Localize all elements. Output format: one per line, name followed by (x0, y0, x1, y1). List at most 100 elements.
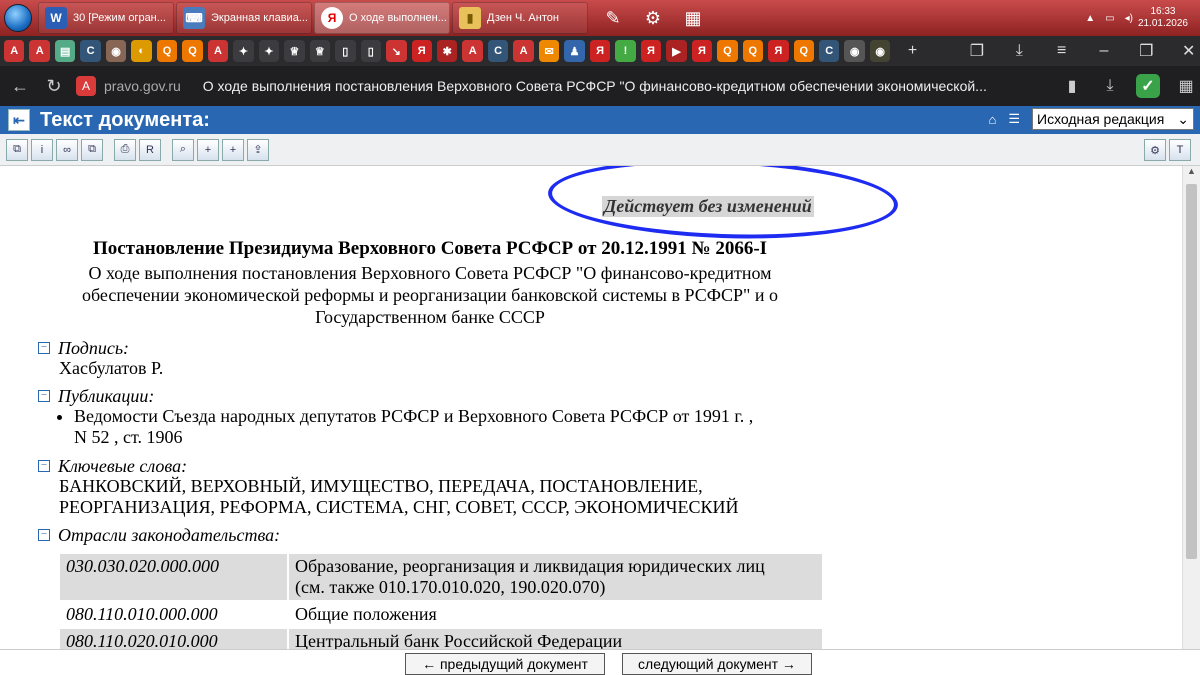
settings-icon[interactable]: ⚙ (1144, 139, 1166, 161)
tab-favicon-yandex[interactable]: Я (691, 40, 713, 62)
collapse-icon[interactable]: − (38, 390, 50, 402)
folder-icon: ▮ (459, 7, 481, 29)
vertical-scrollbar[interactable]: ▲ (1182, 166, 1200, 649)
tab-favicon-yandex[interactable]: Я (411, 40, 432, 62)
url-page-title[interactable]: О ходе выполнения постановления Верховно… (203, 78, 1003, 94)
bookmark-icon[interactable]: ▮ (1058, 72, 1086, 100)
tab-favicon-mail[interactable]: ✉ (538, 40, 560, 62)
branch-description: Образование, реорганизация и ликвидация … (289, 554, 822, 600)
taskbar-item-keyboard[interactable]: ⌨ Экранная клавиа... (176, 2, 312, 34)
tab-favicon-blue[interactable]: C (819, 40, 840, 62)
tab-favicon-pdf[interactable]: A (513, 40, 534, 62)
protect-shield-icon[interactable]: ✓ (1134, 72, 1162, 100)
links-icon[interactable]: ∞ (56, 138, 78, 161)
tab-favicon-yandex[interactable]: Я (640, 40, 662, 62)
add-note-icon[interactable]: + (222, 138, 244, 161)
site-icon[interactable]: A (76, 76, 96, 96)
collapse-icon[interactable]: − (38, 529, 50, 541)
battery-icon[interactable]: ▭ (1105, 13, 1114, 24)
related-docs-icon[interactable]: ⧉ (81, 138, 103, 161)
settings-gear-icon[interactable]: ⚙ (638, 3, 668, 33)
print-icon[interactable]: ⎙ (114, 138, 136, 161)
add-bookmark-icon[interactable]: + (197, 138, 219, 161)
scrollbar-thumb[interactable] (1186, 184, 1197, 559)
collapse-icon[interactable]: − (38, 342, 50, 354)
find-icon[interactable]: ⌕ (172, 138, 194, 161)
volume-icon[interactable]: ◂) (1125, 13, 1133, 24)
info-icon[interactable]: i (31, 138, 53, 161)
tab-favicon-blue[interactable]: C (487, 40, 509, 62)
download-icon[interactable]: ⤓ (1096, 72, 1124, 100)
document-title: Постановление Президиума Верховного Сове… (92, 238, 768, 259)
home-icon[interactable]: ⌂ (988, 112, 996, 127)
tab-favicon-red[interactable]: ↘ (386, 40, 407, 62)
previous-document-button[interactable]: ← предыдущий документ (405, 653, 605, 675)
tab-favicon-pdf[interactable]: A (462, 40, 483, 62)
yandex-browser-icon: Я (321, 7, 343, 29)
taskbar-item-word[interactable]: W 30 [Режим огран... (38, 2, 174, 34)
edition-select-value: Исходная редакция (1037, 111, 1165, 127)
tab-favicon-emblem[interactable]: ◉ (869, 40, 891, 62)
network-tool-icon[interactable]: ✎ (598, 3, 628, 33)
tab-favicon-flag[interactable]: ▶ (666, 40, 687, 62)
tab-favicon-pdf[interactable]: A (29, 40, 50, 62)
tab-favicon-pdf[interactable]: A (4, 40, 25, 62)
minimize-icon[interactable]: – (1093, 39, 1115, 63)
tab-favicon-star[interactable]: ✦ (258, 40, 280, 62)
back-arrow-icon[interactable]: ← (6, 72, 34, 100)
copy-icon[interactable]: ⧉ (6, 138, 28, 161)
new-tab-icon[interactable]: + (901, 39, 923, 63)
tab-favicon-pdf[interactable]: A (207, 40, 229, 62)
tab-favicon-search[interactable]: Q (156, 40, 178, 62)
tab-favicon-green[interactable]: ! (615, 40, 636, 62)
tab-favicon-doc[interactable]: ▯ (360, 40, 382, 62)
download-icon[interactable]: ⤓ (1008, 39, 1030, 63)
tab-favicon-emblem[interactable]: ♕ (309, 40, 331, 62)
tab-favicon-doc[interactable]: ▯ (335, 40, 356, 62)
start-button[interactable] (0, 0, 36, 36)
tab-favicon-yellow[interactable]: ◐ (131, 40, 152, 62)
reload-icon[interactable]: ↻ (40, 72, 68, 100)
control-panel-icon[interactable]: ▦ (678, 3, 708, 33)
scroll-up-icon[interactable]: ▲ (1183, 166, 1200, 182)
list-icon[interactable]: ☰ (1008, 111, 1020, 127)
tab-favicon-yandex[interactable]: Я (768, 40, 789, 62)
extensions-icon[interactable]: ▦ (1172, 72, 1200, 100)
menu-icon[interactable]: ≡ (1050, 39, 1072, 63)
tab-favicon-search[interactable]: Q (793, 40, 814, 62)
tab-favicon-star[interactable]: ✦ (233, 40, 254, 62)
taskbar-item-browser[interactable]: Я О ходе выполнен... (314, 2, 450, 34)
document-toolbar: ⧉ i ∞ ⧉ ⎙ R ⌕ + + ⇪ ⚙ T (0, 134, 1200, 166)
subtitle-line: обеспечении экономической реформы и реор… (82, 285, 778, 305)
font-size-icon[interactable]: T (1169, 139, 1191, 161)
tab-favicon-yandex[interactable]: Я (589, 40, 611, 62)
page-title: Текст документа: (40, 108, 210, 131)
tab-favicon-search[interactable]: Q (182, 40, 203, 62)
collapse-icon[interactable]: − (38, 460, 50, 472)
tab-favicon-search[interactable]: Q (717, 40, 738, 62)
table-row: 030.030.020.000.000 Образование, реорган… (60, 554, 822, 600)
tab-favicon-maple[interactable]: ✱ (436, 40, 458, 62)
close-icon[interactable]: ✕ (1177, 39, 1199, 63)
tab-favicon-emblem[interactable]: ♕ (284, 40, 305, 62)
browser-tab-strip: A A ▤ C ◉ ◐ Q Q A ✦ ✦ ♕ ♕ ▯ ▯ ↘ Я ✱ A C … (0, 36, 1200, 66)
edition-select[interactable]: Исходная редакция ⌄ (1032, 108, 1194, 130)
table-row: 080.110.020.010.000 Центральный банк Рос… (60, 629, 822, 649)
tab-favicon-green[interactable]: ▤ (54, 40, 76, 62)
clock[interactable]: 16:33 21.01.2026 (1138, 6, 1188, 30)
export-icon[interactable]: ⇪ (247, 138, 269, 161)
tab-favicon-blue[interactable]: C (80, 40, 101, 62)
url-domain[interactable]: pravo.gov.ru (104, 78, 181, 94)
chevron-up-icon[interactable]: ▲ (1085, 13, 1095, 24)
save-rtf-icon[interactable]: R (139, 138, 161, 161)
taskbar-item-folder[interactable]: ▮ Дзен Ч. Антон (452, 2, 588, 34)
tab-favicon-user[interactable]: ♟ (564, 40, 585, 62)
tab-collections-icon[interactable]: ❐ (966, 39, 988, 63)
restore-icon[interactable]: ❐ (1135, 39, 1157, 63)
tab-favicon-active[interactable]: ◉ (844, 40, 865, 62)
tab-favicon-search[interactable]: Q (742, 40, 764, 62)
tab-favicon-brown[interactable]: ◉ (105, 40, 127, 62)
next-document-button[interactable]: следующий документ → (622, 653, 812, 675)
clock-date: 21.01.2026 (1137, 18, 1188, 29)
collapse-panel-icon[interactable]: ⇤ (8, 109, 30, 131)
